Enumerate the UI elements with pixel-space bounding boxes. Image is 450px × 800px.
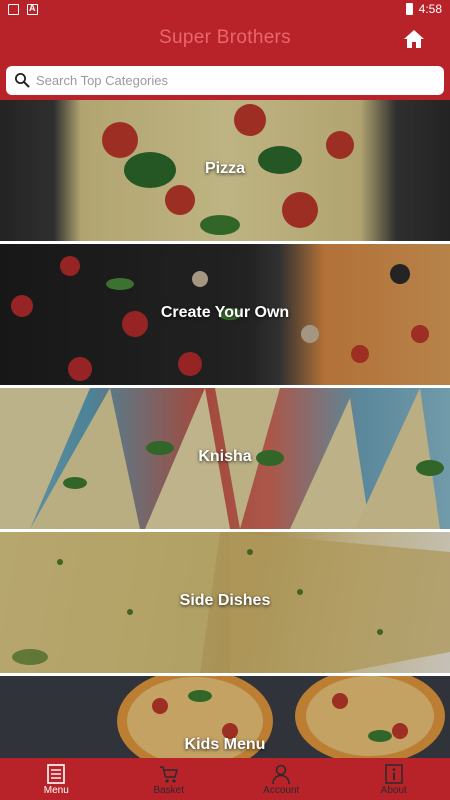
notification-icons: [8, 3, 38, 15]
search-icon: [15, 73, 30, 88]
category-card-create-your-own[interactable]: Create Your Own: [0, 244, 450, 385]
status-bar: 4:58: [0, 0, 450, 20]
battery-icon: [405, 3, 413, 15]
category-label: Create Your Own: [160, 304, 290, 321]
category-card-side-dishes[interactable]: Side Dishes: [0, 532, 450, 673]
app-bar: Super Brothers: [0, 20, 450, 60]
bottom-nav: Menu Basket Account About: [0, 758, 450, 800]
category-label: Pizza: [204, 160, 245, 177]
nav-label: Account: [263, 785, 300, 796]
status-time: 4:58: [418, 2, 442, 16]
category-list[interactable]: Pizza Create Your Own Knisha Side Dishes…: [0, 100, 450, 758]
nav-label: About: [380, 785, 407, 796]
category-card-knisha[interactable]: Knisha: [0, 388, 450, 529]
nav-item-account[interactable]: Account: [225, 758, 338, 800]
app-notification-icon: [27, 3, 38, 15]
home-button[interactable]: [402, 27, 426, 51]
search-box[interactable]: [6, 66, 444, 95]
category-label: Side Dishes: [179, 592, 271, 609]
home-icon: [404, 30, 424, 48]
status-right: 4:58: [405, 2, 442, 16]
nav-label: Menu: [43, 785, 69, 796]
category-card-kids-menu[interactable]: Kids Menu: [0, 676, 450, 758]
image-notification-icon: [8, 4, 19, 15]
nav-item-menu[interactable]: Menu: [0, 758, 113, 800]
category-label: Knisha: [198, 448, 252, 465]
app-title: Super Brothers: [159, 27, 291, 48]
account-icon: [272, 764, 290, 785]
nav-item-about[interactable]: About: [338, 758, 450, 800]
nav-label: Basket: [153, 785, 185, 796]
category-label: Kids Menu: [184, 736, 266, 753]
info-icon: [385, 764, 403, 784]
menu-book-icon: [47, 764, 66, 784]
basket-icon: [159, 766, 178, 783]
search-bar-container: [0, 60, 450, 100]
search-input[interactable]: [36, 68, 436, 93]
nav-item-basket[interactable]: Basket: [113, 758, 226, 800]
category-card-pizza[interactable]: Pizza: [0, 100, 450, 241]
